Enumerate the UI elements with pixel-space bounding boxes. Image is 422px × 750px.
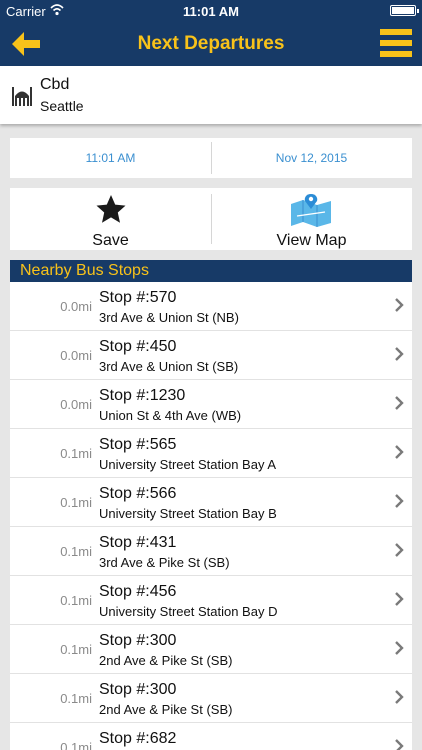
- actions-panel: Save View Map: [10, 188, 412, 250]
- page-title: Next Departures: [137, 33, 285, 54]
- section-header: Nearby Bus Stops: [10, 260, 412, 282]
- mosque-icon: [12, 87, 32, 106]
- stop-address: University Street Station Bay A: [99, 457, 277, 472]
- chevron-right-icon: [395, 690, 404, 704]
- save-label: Save: [92, 232, 129, 249]
- stop-number: Stop #:431: [99, 534, 177, 551]
- stop-number: Stop #:300: [99, 632, 177, 649]
- stop-number: Stop #:456: [99, 583, 177, 600]
- stop-address: 3rd Ave & Union St (NB): [99, 310, 239, 325]
- stop-distance: 0.1mi: [60, 642, 92, 657]
- stop-distance: 0.1mi: [60, 446, 92, 461]
- chevron-right-icon: [395, 347, 404, 361]
- view-map-label: View Map: [276, 232, 347, 249]
- chevron-right-icon: [395, 445, 404, 459]
- list-item[interactable]: 0.1mi Stop #:431 3rd Ave & Pike St (SB): [10, 527, 412, 576]
- stop-number: Stop #:565: [99, 436, 177, 453]
- stop-number: Stop #:682: [99, 730, 177, 747]
- star-icon: [96, 195, 126, 223]
- chevron-right-icon: [395, 396, 404, 410]
- status-time: 11:01 AM: [183, 4, 239, 19]
- stop-number: Stop #:1230: [99, 387, 186, 404]
- list-item[interactable]: 0.1mi Stop #:456 University Street Station…: [10, 576, 412, 625]
- battery-icon: [390, 5, 419, 16]
- list-item[interactable]: 0.0mi Stop #:1230 Union St & 4th Ave (WB): [10, 380, 412, 429]
- stop-distance: 0.1mi: [60, 740, 92, 750]
- stop-address: 2nd Ave & Pike St (SB): [99, 702, 233, 717]
- list-item[interactable]: 0.0mi Stop #:570 3rd Ave & Union St (NB): [10, 282, 412, 331]
- stop-address: 3rd Ave & Pike St (SB): [99, 555, 230, 570]
- view-map-button[interactable]: View Map: [211, 188, 412, 250]
- list-item[interactable]: 0.1mi Stop #:566 University Street Station…: [10, 478, 412, 527]
- datetime-panel: 11:01 AM Nov 12, 2015: [10, 138, 412, 178]
- stops-list: 0.0mi Stop #:570 3rd Ave & Union St (NB) 0.…: [10, 282, 412, 750]
- stop-address: 3rd Ave & Union St (SB): [99, 359, 239, 374]
- list-item[interactable]: 0.1mi Stop #:300 2nd Ave & Pike St (SB): [10, 674, 412, 723]
- status-bar: Carrier 11:01 AM: [0, 0, 422, 22]
- stop-address: 2nd Ave & Pike St (SB): [99, 653, 233, 668]
- chevron-right-icon: [395, 298, 404, 312]
- stop-address: University Street Station Bay B: [99, 506, 277, 521]
- hamburger-menu-icon[interactable]: [380, 29, 412, 59]
- stop-number: Stop #:300: [99, 681, 177, 698]
- stop-address: University Street Station Bay D: [99, 604, 278, 619]
- stop-number: Stop #:566: [99, 485, 177, 502]
- chevron-right-icon: [395, 494, 404, 508]
- stop-distance: 0.0mi: [60, 397, 92, 412]
- stop-number: Stop #:450: [99, 338, 177, 355]
- location-header: Cbd Seattle: [0, 66, 422, 124]
- save-button[interactable]: Save: [10, 188, 211, 250]
- list-item[interactable]: 0.1mi Stop #:682: [10, 723, 412, 750]
- stop-distance: 0.1mi: [60, 544, 92, 559]
- stop-distance: 0.0mi: [60, 348, 92, 363]
- location-name: Cbd: [40, 76, 70, 93]
- nav-bar: Next Departures: [0, 22, 422, 66]
- current-date[interactable]: Nov 12, 2015: [211, 151, 412, 165]
- location-city: Seattle: [40, 98, 84, 114]
- stop-number: Stop #:570: [99, 289, 177, 306]
- stop-distance: 0.1mi: [60, 593, 92, 608]
- chevron-right-icon: [395, 543, 404, 557]
- chevron-right-icon: [395, 641, 404, 655]
- stop-distance: 0.1mi: [60, 495, 92, 510]
- current-time[interactable]: 11:01 AM: [10, 151, 211, 165]
- chevron-right-icon: [395, 592, 404, 606]
- list-item[interactable]: 0.1mi Stop #:300 2nd Ave & Pike St (SB): [10, 625, 412, 674]
- stop-distance: 0.1mi: [60, 691, 92, 706]
- map-icon: [291, 194, 331, 227]
- stop-distance: 0.0mi: [60, 299, 92, 314]
- list-item[interactable]: 0.0mi Stop #:450 3rd Ave & Union St (SB): [10, 331, 412, 380]
- list-item[interactable]: 0.1mi Stop #:565 University Street Station…: [10, 429, 412, 478]
- chevron-right-icon: [395, 739, 404, 750]
- stop-address: Union St & 4th Ave (WB): [99, 408, 242, 423]
